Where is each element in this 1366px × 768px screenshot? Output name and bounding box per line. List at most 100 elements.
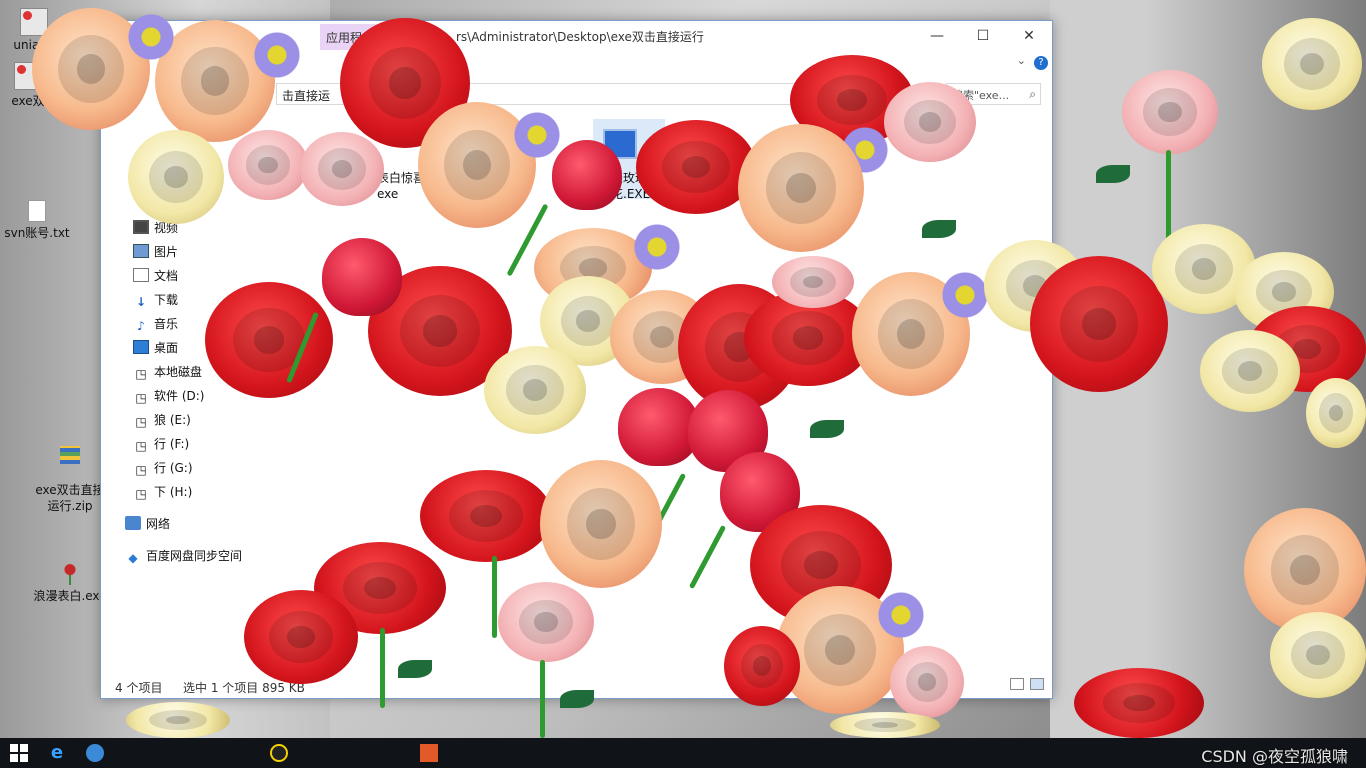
daisy-flower xyxy=(940,270,990,320)
rose-cream xyxy=(1270,612,1366,698)
desktop-icon xyxy=(133,340,149,354)
details-view-icon[interactable] xyxy=(1010,678,1024,690)
app-icon[interactable] xyxy=(420,744,438,762)
search-icon[interactable]: ⌕ xyxy=(1029,87,1036,102)
daisy-flower xyxy=(126,12,176,62)
music-icon: ♪ xyxy=(137,319,145,333)
nav-item-label: 本地磁盘 xyxy=(154,365,203,379)
desktop-icon-svn-txt[interactable]: svn账号.txt xyxy=(0,200,77,241)
windows-logo-icon xyxy=(10,744,18,752)
nav-item-label: 音乐 xyxy=(154,317,179,331)
baidu-netdisk-icon: ◆ xyxy=(128,551,138,565)
drive-icon: ◳ xyxy=(135,415,147,429)
rose-pink xyxy=(228,130,308,200)
rose-red xyxy=(244,590,358,684)
rose-red xyxy=(1074,668,1204,738)
rose-cream xyxy=(484,346,586,434)
file-item-label: exe xyxy=(377,187,399,201)
rose-red xyxy=(724,626,800,706)
nav-item-label: 桌面 xyxy=(154,341,179,355)
drive-icon: ◳ xyxy=(135,439,147,453)
status-item-count: 4 个项目 xyxy=(115,681,163,695)
download-icon: ↓ xyxy=(135,295,147,309)
maximize-button[interactable]: ☐ xyxy=(960,23,1006,49)
help-button[interactable]: ? xyxy=(1034,56,1048,70)
start-button[interactable] xyxy=(10,744,28,762)
video-icon xyxy=(133,220,149,234)
chevron-down-icon[interactable]: ⌄ xyxy=(1017,54,1026,67)
qq-icon[interactable] xyxy=(270,744,288,762)
nav-item-label: 行 (F:) xyxy=(154,437,190,451)
rose-pink xyxy=(772,256,854,308)
desktop-icon-label: 浪漫表白.exe xyxy=(33,589,107,603)
nav-item-label: 行 (G:) xyxy=(154,461,193,475)
nav-item-label: 下载 xyxy=(154,293,179,307)
nav-item-music[interactable]: ♪ 音乐 xyxy=(133,313,178,335)
nav-item-baidu-sync[interactable]: ◆ 百度网盘同步空间 xyxy=(125,545,242,567)
rose-red xyxy=(205,282,333,398)
nav-item-label: 文档 xyxy=(154,269,179,283)
rose-leaf xyxy=(1096,165,1130,183)
nav-item-label: 百度网盘同步空间 xyxy=(146,549,243,563)
daisy-flower xyxy=(252,30,302,80)
network-icon xyxy=(125,516,141,530)
rose-leaf xyxy=(922,220,956,238)
nav-item-drive-d[interactable]: ◳ 软件 (D:) xyxy=(133,385,204,407)
nav-item-documents[interactable]: 文档 xyxy=(133,265,178,287)
nav-item-drive-f[interactable]: ◳ 行 (F:) xyxy=(133,433,189,455)
zip-archive-icon xyxy=(60,446,80,464)
rose-peach xyxy=(738,124,864,252)
rose-stem xyxy=(492,556,497,638)
rose-cream xyxy=(1200,330,1300,412)
rose-cream xyxy=(126,702,230,738)
desktop-icon-rose-exe[interactable]: 浪漫表白.exe xyxy=(30,563,110,604)
text-file-icon xyxy=(28,200,46,222)
nav-item-local-disk[interactable]: ◳ 本地磁盘 xyxy=(133,361,202,383)
rose-bud xyxy=(552,140,622,210)
drive-icon: ◳ xyxy=(135,367,147,381)
nav-item-network[interactable]: 网络 xyxy=(125,513,170,535)
rose-cream xyxy=(1306,378,1366,448)
nav-item-label: 网络 xyxy=(146,517,171,531)
rose-cream xyxy=(830,712,940,738)
rose-stem xyxy=(540,660,545,738)
rose-red xyxy=(420,470,552,562)
nav-item-desktop[interactable]: 桌面 xyxy=(133,337,178,359)
nav-item-drive-e[interactable]: ◳ 狼 (E:) xyxy=(133,409,190,431)
rose-leaf xyxy=(810,420,844,438)
rose-pink xyxy=(884,82,976,162)
taskbar: e xyxy=(0,738,1366,768)
nav-item-drive-h[interactable]: ◳ 下 (H:) xyxy=(133,481,192,503)
rose-pink xyxy=(498,582,594,662)
nav-item-downloads[interactable]: ↓ 下载 xyxy=(133,289,178,311)
desktop-icon-zip[interactable]: exe双击直接 运行.zip xyxy=(30,430,110,530)
daisy-flower xyxy=(876,590,926,640)
rose-pink xyxy=(1122,70,1218,154)
nav-item-drive-g[interactable]: ◳ 行 (G:) xyxy=(133,457,193,479)
csdn-watermark: CSDN @夜空孤狼啸 xyxy=(1201,747,1348,766)
rose-red xyxy=(636,120,756,214)
documents-icon xyxy=(133,268,149,282)
desktop-icon-label: exe双击直接 运行.zip xyxy=(35,483,105,513)
nav-item-pictures[interactable]: 图片 xyxy=(133,241,178,263)
drive-icon: ◳ xyxy=(135,487,147,501)
large-icons-view-icon[interactable] xyxy=(1030,678,1044,690)
rose-peach xyxy=(540,460,662,588)
rose-cream xyxy=(128,130,224,224)
desktop-icon-label: svn账号.txt xyxy=(4,226,70,240)
daisy-flower xyxy=(512,110,562,160)
close-button[interactable]: ✕ xyxy=(1006,23,1052,49)
rose-cream xyxy=(1262,18,1362,110)
windows-logo-icon xyxy=(10,754,18,762)
nav-item-label: 软件 (D:) xyxy=(154,389,205,403)
rose-pink xyxy=(300,132,384,206)
rose-pink xyxy=(890,646,964,718)
rose-leaf xyxy=(560,690,594,708)
pictures-icon xyxy=(133,244,149,258)
edge-browser-icon[interactable]: e xyxy=(48,744,66,762)
nav-item-label: 图片 xyxy=(154,245,179,259)
windows-logo-icon xyxy=(20,754,28,762)
browser-icon[interactable] xyxy=(86,744,104,762)
drive-icon: ◳ xyxy=(135,391,147,405)
minimize-button[interactable]: — xyxy=(914,23,960,49)
